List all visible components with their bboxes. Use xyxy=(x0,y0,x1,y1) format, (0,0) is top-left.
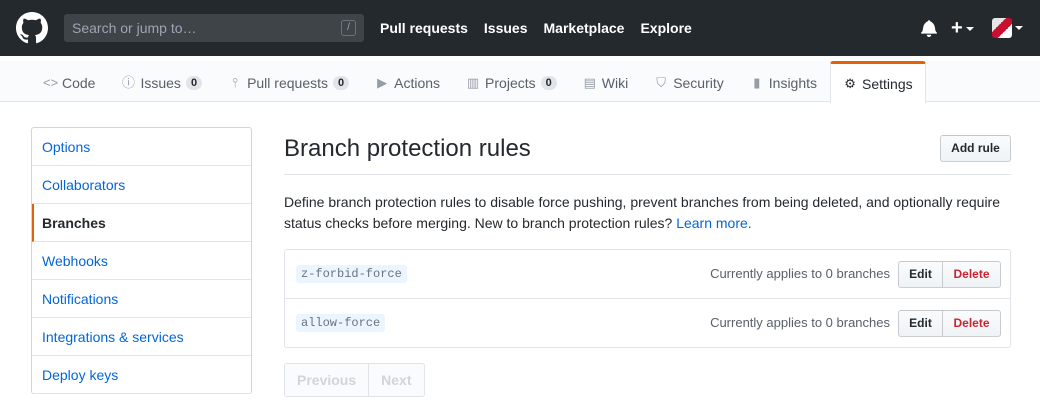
sidebar-item-options[interactable]: Options xyxy=(32,128,251,166)
subhead: Branch protection rules Add rule xyxy=(284,127,1011,175)
global-header: / Pull requests Issues Marketplace Explo… xyxy=(0,0,1040,56)
sidebar-item-collaborators[interactable]: Collaborators xyxy=(32,166,251,204)
nav-pull-requests[interactable]: Pull requests xyxy=(380,20,468,36)
tab-label: Issues xyxy=(140,74,181,91)
settings-sidebar: Options Collaborators Branches Webhooks … xyxy=(31,127,252,394)
pagination: Previous Next xyxy=(284,363,425,397)
repo-nav: <> Code ⓘ Issues 0 ⫯ Pull requests 0 ▶ A… xyxy=(30,61,926,103)
bell-icon[interactable] xyxy=(921,19,937,37)
nav-issues[interactable]: Issues xyxy=(484,20,528,36)
nav-marketplace[interactable]: Marketplace xyxy=(544,20,625,36)
tab-label: Pull requests xyxy=(247,74,328,91)
rules-list: z-forbid-force Currently applies to 0 br… xyxy=(284,249,1011,348)
description-text: Define branch protection rules to disabl… xyxy=(284,194,1000,231)
graph-icon: ▮ xyxy=(753,74,761,90)
tab-projects[interactable]: ▥ Projects 0 xyxy=(453,61,570,103)
list-item: allow-force Currently applies to 0 branc… xyxy=(285,299,1010,347)
sidebar-item-notifications[interactable]: Notifications xyxy=(32,280,251,318)
projects-counter: 0 xyxy=(540,75,557,90)
avatar xyxy=(992,18,1012,38)
tab-actions[interactable]: ▶ Actions xyxy=(362,61,453,103)
branch-rule-name: allow-force xyxy=(296,314,386,332)
tab-label: Settings xyxy=(862,75,913,92)
tab-code[interactable]: <> Code xyxy=(30,61,108,103)
book-icon: ▤ xyxy=(583,74,596,90)
issue-icon: ⓘ xyxy=(121,74,135,90)
github-logo-icon[interactable] xyxy=(16,12,48,44)
chevron-down-icon xyxy=(1015,26,1023,30)
tab-issues[interactable]: ⓘ Issues 0 xyxy=(108,61,215,103)
tab-label: Insights xyxy=(768,74,818,91)
tab-wiki[interactable]: ▤ Wiki xyxy=(570,61,641,103)
previous-page-button[interactable]: Previous xyxy=(284,363,370,397)
tab-label: Code xyxy=(62,74,96,91)
tab-label: Security xyxy=(673,74,724,91)
issues-counter: 0 xyxy=(185,75,203,90)
create-new-menu[interactable]: + xyxy=(951,18,974,38)
learn-more-link[interactable]: Learn more. xyxy=(676,215,751,231)
delete-rule-button[interactable]: Delete xyxy=(942,261,1001,288)
main-content: Branch protection rules Add rule Define … xyxy=(284,127,1011,397)
delete-rule-button[interactable]: Delete xyxy=(942,310,1001,337)
search-box: / xyxy=(64,14,364,42)
sidebar-item-branches[interactable]: Branches xyxy=(32,204,251,242)
tab-security[interactable]: ⛉ Security xyxy=(641,61,737,103)
description: Define branch protection rules to disabl… xyxy=(284,192,1011,234)
gear-icon: ⚙ xyxy=(844,75,856,91)
global-nav: Pull requests Issues Marketplace Explore xyxy=(380,0,708,56)
play-icon: ▶ xyxy=(377,74,388,90)
page-title: Branch protection rules xyxy=(284,135,531,162)
plus-icon: + xyxy=(951,17,963,39)
tab-label: Wiki xyxy=(601,74,629,91)
search-input[interactable] xyxy=(64,14,334,42)
edit-rule-button[interactable]: Edit xyxy=(898,310,943,337)
sidebar-item-webhooks[interactable]: Webhooks xyxy=(32,242,251,280)
tab-pull-requests[interactable]: ⫯ Pull requests 0 xyxy=(215,61,362,103)
code-icon: <> xyxy=(43,74,59,90)
applies-count: Currently applies to 0 branches xyxy=(710,315,890,330)
sidebar-item-deploy-keys[interactable]: Deploy keys xyxy=(32,356,251,394)
applies-count: Currently applies to 0 branches xyxy=(710,266,890,281)
pull-request-icon: ⫯ xyxy=(232,74,238,90)
project-icon: ▥ xyxy=(466,74,480,90)
branch-rule-name: z-forbid-force xyxy=(296,265,407,283)
next-page-button[interactable]: Next xyxy=(369,363,425,397)
search-shortcut-key: / xyxy=(341,20,356,36)
pull-requests-counter: 0 xyxy=(333,75,350,90)
tab-label: Actions xyxy=(394,74,441,91)
shield-icon: ⛉ xyxy=(656,74,667,90)
tab-insights[interactable]: ▮ Insights xyxy=(737,61,830,103)
chevron-down-icon xyxy=(965,26,974,31)
nav-explore[interactable]: Explore xyxy=(640,20,691,36)
tab-settings[interactable]: ⚙ Settings xyxy=(830,61,926,103)
add-rule-button[interactable]: Add rule xyxy=(940,135,1011,162)
tab-label: Projects xyxy=(485,74,536,91)
user-menu[interactable] xyxy=(992,18,1023,38)
sidebar-item-integrations[interactable]: Integrations & services xyxy=(32,318,251,356)
edit-rule-button[interactable]: Edit xyxy=(898,261,943,288)
list-item: z-forbid-force Currently applies to 0 br… xyxy=(285,250,1010,299)
